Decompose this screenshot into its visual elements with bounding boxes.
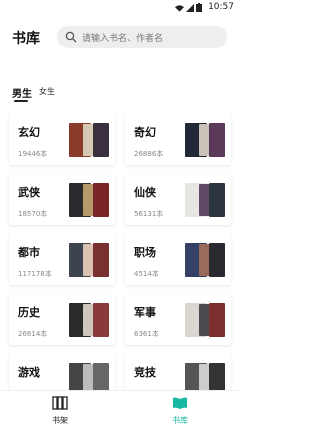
category-card[interactable]: 历史 26614本 xyxy=(9,293,115,345)
bookshelf-icon xyxy=(52,396,68,410)
page-title: 书库 xyxy=(12,31,40,47)
category-count: 56131本 xyxy=(134,210,164,218)
category-name: 历史 xyxy=(18,306,40,319)
book-cover-image xyxy=(93,183,109,217)
category-count: 26886本 xyxy=(134,150,164,158)
category-card[interactable]: 军事 6361本 xyxy=(125,293,231,345)
search-placeholder: 请输入书名、作者名 xyxy=(82,33,164,44)
category-card[interactable]: 玄幻 19446本 xyxy=(9,113,115,165)
status-icons xyxy=(175,3,202,12)
battery-icon xyxy=(196,3,202,12)
signal-icon xyxy=(186,3,194,12)
book-cover-image xyxy=(209,243,225,277)
category-card[interactable]: 奇幻 26886本 xyxy=(125,113,231,165)
header: 书库 请输入书名、作者名 xyxy=(0,24,240,52)
book-cover-image xyxy=(93,303,109,337)
category-name: 游戏 xyxy=(18,366,40,379)
category-count: 18570本 xyxy=(18,210,48,218)
nav-library[interactable]: 书库 xyxy=(150,395,210,426)
category-count: 6361本 xyxy=(134,330,159,338)
category-name: 武侠 xyxy=(18,186,40,199)
nav-bookshelf[interactable]: 书架 xyxy=(30,395,90,426)
open-book-icon xyxy=(173,397,187,409)
category-card[interactable]: 仙侠 56131本 xyxy=(125,173,231,225)
category-count: 117178本 xyxy=(18,270,52,278)
category-name: 都市 xyxy=(18,246,40,259)
book-cover-stack xyxy=(69,183,109,217)
category-name: 职场 xyxy=(134,246,156,259)
category-count: 26614本 xyxy=(18,330,48,338)
search-icon xyxy=(65,31,77,43)
book-cover-image xyxy=(209,303,225,337)
book-cover-image xyxy=(209,123,225,157)
book-cover-image xyxy=(93,243,109,277)
category-name: 军事 xyxy=(134,306,156,319)
category-count: 4514本 xyxy=(134,270,159,278)
category-card[interactable]: 武侠 18570本 xyxy=(9,173,115,225)
status-bar: 10:57 xyxy=(0,0,240,16)
active-tab-indicator xyxy=(14,100,28,102)
tab-female[interactable]: 女生 xyxy=(39,86,55,97)
category-name: 奇幻 xyxy=(134,126,156,139)
book-cover-stack xyxy=(69,243,109,277)
status-time: 10:57 xyxy=(208,2,234,12)
book-cover-stack xyxy=(69,303,109,337)
book-cover-image xyxy=(209,183,225,217)
book-cover-image xyxy=(93,123,109,157)
book-cover-stack xyxy=(185,183,225,217)
category-count: 19446本 xyxy=(18,150,48,158)
book-cover-stack xyxy=(69,123,109,157)
nav-bookshelf-label: 书架 xyxy=(52,416,68,425)
bottom-nav: 书架 书库 xyxy=(0,390,240,428)
search-input[interactable]: 请输入书名、作者名 xyxy=(57,26,227,48)
tab-male[interactable]: 男生 xyxy=(12,85,32,100)
wifi-icon xyxy=(175,4,184,12)
category-name: 仙侠 xyxy=(134,186,156,199)
book-cover-stack xyxy=(185,243,225,277)
category-card[interactable]: 都市 117178本 xyxy=(9,233,115,285)
nav-library-label: 书库 xyxy=(172,416,188,425)
category-name: 玄幻 xyxy=(18,126,40,139)
book-cover-stack xyxy=(185,303,225,337)
category-name: 竞技 xyxy=(134,366,156,379)
book-cover-stack xyxy=(185,123,225,157)
category-card[interactable]: 职场 4514本 xyxy=(125,233,231,285)
